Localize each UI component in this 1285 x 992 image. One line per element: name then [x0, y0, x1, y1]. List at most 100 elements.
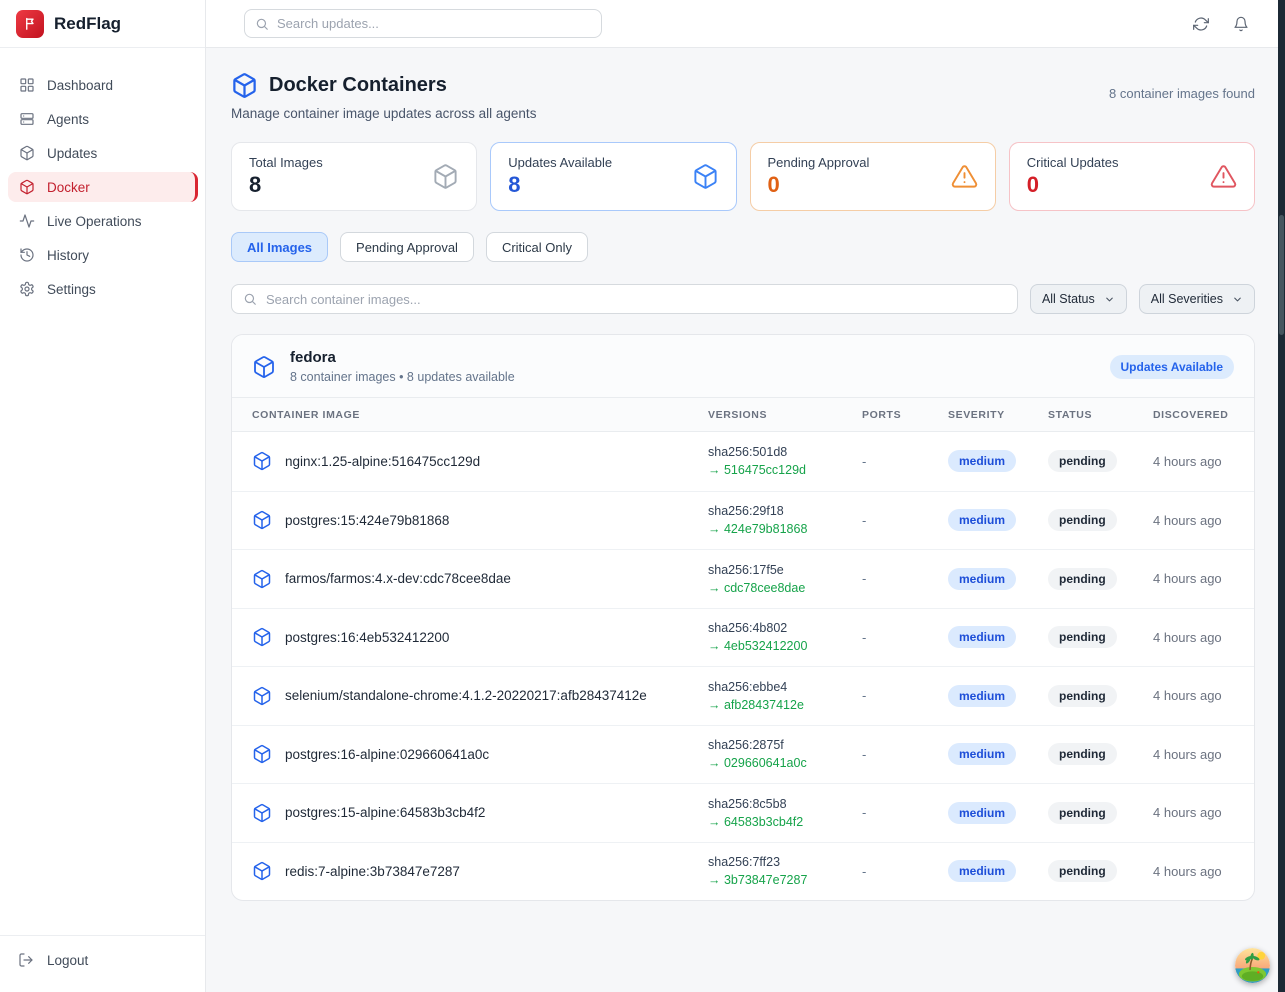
page-header: Docker Containers Manage container image… — [231, 72, 1255, 121]
scrollbar-thumb[interactable] — [1279, 215, 1284, 335]
table-row[interactable]: postgres:16-alpine:029660641a0c sha256:2… — [232, 725, 1254, 784]
stat-card-total-images: Total Images 8 — [231, 142, 477, 211]
sidebar-item-settings[interactable]: Settings — [8, 274, 198, 304]
version-update: → cdc78cee8dae — [708, 581, 862, 595]
column-header: VERSIONS — [708, 409, 862, 421]
status-badge: pending — [1048, 626, 1117, 648]
status-badge: pending — [1048, 568, 1117, 590]
global-search-input[interactable] — [277, 16, 591, 31]
sidebar-item-history[interactable]: History — [8, 240, 198, 270]
discovered-value: 4 hours ago — [1153, 805, 1254, 820]
container-image-name: farmos/farmos:4.x-dev:cdc78cee8dae — [285, 571, 511, 586]
severity-badge: medium — [948, 626, 1016, 648]
table-rows: nginx:1.25-alpine:516475cc129d sha256:50… — [232, 432, 1254, 900]
severity-badge: medium — [948, 802, 1016, 824]
column-header: PORTS — [862, 409, 948, 421]
container-cube-icon — [252, 803, 272, 823]
topbar — [206, 0, 1285, 48]
global-search-box[interactable] — [244, 9, 602, 38]
stat-card-critical-updates: Critical Updates 0 — [1009, 142, 1255, 211]
table-row[interactable]: postgres:16:4eb532412200 sha256:4b802 → … — [232, 608, 1254, 667]
stat-label: Pending Approval — [768, 155, 870, 170]
severity-badge: medium — [948, 450, 1016, 472]
severity-dropdown[interactable]: All Severities — [1139, 284, 1255, 314]
container-cube-icon — [252, 510, 272, 530]
tropical-island-button[interactable] — [1235, 948, 1270, 983]
table-row[interactable]: redis:7-alpine:3b73847e7287 sha256:7ff23… — [232, 842, 1254, 901]
sidebar: RedFlag Dashboard Agents Updates Docker … — [0, 0, 206, 992]
discovered-value: 4 hours ago — [1153, 513, 1254, 528]
container-image-name: postgres:15:424e79b81868 — [285, 513, 449, 528]
container-cube-icon — [252, 627, 272, 647]
container-cube-icon — [252, 686, 272, 706]
container-cube-icon — [231, 72, 258, 99]
sidebar-item-label: Updates — [47, 146, 97, 161]
status-badge: pending — [1048, 450, 1117, 472]
table-row[interactable]: farmos/farmos:4.x-dev:cdc78cee8dae sha25… — [232, 549, 1254, 608]
refresh-button[interactable] — [1189, 12, 1213, 36]
table-row[interactable]: nginx:1.25-alpine:516475cc129d sha256:50… — [232, 432, 1254, 491]
container-cube-icon — [252, 355, 276, 379]
page-scrollbar[interactable] — [1278, 0, 1285, 992]
table-row[interactable]: selenium/standalone-chrome:4.1.2-2022021… — [232, 666, 1254, 725]
agents-server-icon — [19, 111, 35, 127]
ports-value: - — [862, 864, 948, 879]
version-update: → 424e79b81868 — [708, 522, 862, 536]
version-current: sha256:8c5b8 — [708, 797, 862, 811]
filter-tabs: All Images Pending Approval Critical Onl… — [231, 232, 1255, 262]
discovered-value: 4 hours ago — [1153, 571, 1254, 586]
image-search-input[interactable] — [266, 292, 1006, 307]
status-dropdown[interactable]: All Status — [1030, 284, 1127, 314]
version-current: sha256:17f5e — [708, 563, 862, 577]
version-update: → 64583b3cb4f2 — [708, 815, 862, 829]
stat-label: Critical Updates — [1027, 155, 1119, 170]
tab-all-images[interactable]: All Images — [231, 232, 328, 262]
search-icon — [243, 292, 257, 306]
sidebar-item-agents[interactable]: Agents — [8, 104, 198, 134]
container-image-name: postgres:15-alpine:64583b3cb4f2 — [285, 805, 485, 820]
tab-critical-only[interactable]: Critical Only — [486, 232, 588, 262]
image-search-box[interactable] — [231, 284, 1018, 314]
sidebar-item-docker[interactable]: Docker — [8, 172, 198, 202]
stat-value: 8 — [508, 173, 612, 197]
version-update: → 3b73847e7287 — [708, 873, 862, 887]
container-image-name: redis:7-alpine:3b73847e7287 — [285, 864, 460, 879]
brand-logo-row: RedFlag — [0, 0, 205, 48]
sidebar-item-live-operations[interactable]: Live Operations — [8, 206, 198, 236]
sidebar-item-updates[interactable]: Updates — [8, 138, 198, 168]
result-count: 8 container images found — [1109, 86, 1255, 101]
version-update: → afb28437412e — [708, 698, 862, 712]
table-row[interactable]: postgres:15-alpine:64583b3cb4f2 sha256:8… — [232, 783, 1254, 842]
stat-value: 0 — [768, 173, 870, 197]
container-cube-icon — [692, 163, 719, 190]
discovered-value: 4 hours ago — [1153, 630, 1254, 645]
ports-value: - — [862, 630, 948, 645]
stat-card-pending-approval: Pending Approval 0 — [750, 142, 996, 211]
version-current: sha256:4b802 — [708, 621, 862, 635]
sidebar-item-label: History — [47, 248, 89, 263]
discovered-value: 4 hours ago — [1153, 747, 1254, 762]
logout-button[interactable]: Logout — [18, 952, 187, 968]
notifications-button[interactable] — [1229, 12, 1253, 36]
column-header: CONTAINER IMAGE — [252, 409, 708, 421]
container-image-name: selenium/standalone-chrome:4.1.2-2022021… — [285, 688, 647, 703]
container-cube-icon — [252, 744, 272, 764]
column-header: DISCOVERED — [1153, 409, 1254, 421]
sidebar-spacer — [0, 304, 205, 935]
page-subtitle: Manage container image updates across al… — [231, 106, 536, 121]
brand-name: RedFlag — [54, 14, 121, 34]
container-image-name: nginx:1.25-alpine:516475cc129d — [285, 454, 480, 469]
updates-available-badge: Updates Available — [1110, 355, 1234, 379]
ports-value: - — [862, 513, 948, 528]
stat-card-updates-available: Updates Available 8 — [490, 142, 736, 211]
table-row[interactable]: postgres:15:424e79b81868 sha256:29f18 → … — [232, 491, 1254, 550]
tab-pending-approval[interactable]: Pending Approval — [340, 232, 474, 262]
sidebar-item-dashboard[interactable]: Dashboard — [8, 70, 198, 100]
version-current: sha256:2875f — [708, 738, 862, 752]
sidebar-item-label: Dashboard — [47, 78, 113, 93]
container-image-name: postgres:16-alpine:029660641a0c — [285, 747, 489, 762]
app-window: RedFlag Dashboard Agents Updates Docker … — [0, 0, 1285, 992]
version-current: sha256:29f18 — [708, 504, 862, 518]
search-icon — [255, 17, 269, 31]
history-clock-icon — [19, 247, 35, 263]
